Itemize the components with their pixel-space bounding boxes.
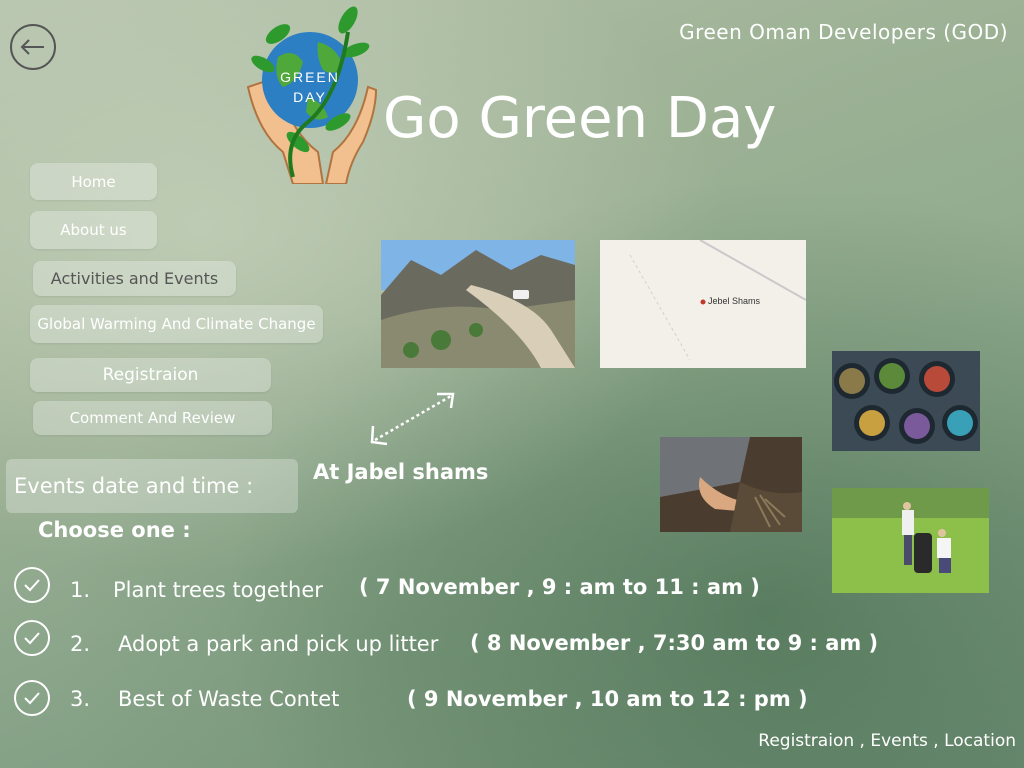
event-2-number: 2. [70,632,91,656]
check-icon [24,692,40,705]
event-3-number: 3. [70,687,91,711]
nav-registration-button[interactable]: Registraion [30,358,271,392]
footer-links[interactable]: Registraion , Events , Location [758,731,1016,751]
event-2-text: Adopt a park and pick up litter [118,632,439,656]
event-2-check[interactable] [14,620,50,656]
location-label: At Jabel shams [313,460,489,484]
event-3-check[interactable] [14,680,50,716]
nav-comment-button[interactable]: Comment And Review [33,401,272,435]
planting-photo [660,437,802,532]
check-icon [24,579,40,592]
svg-text:DAY: DAY [293,89,327,105]
page-title: Go Green Day [383,86,777,151]
svg-text:GREEN: GREEN [280,69,340,85]
event-1-check[interactable] [14,567,50,603]
waste-bins-photo [832,351,980,451]
event-1-date: ( 7 November , 9 : am to 11 : am ) [359,575,760,599]
back-button[interactable] [10,24,56,70]
event-3-date: ( 9 November , 10 am to 12 : pm ) [407,687,808,711]
event-1-number: 1. [70,578,91,602]
nav-home-button[interactable]: Home [30,163,157,200]
park-litter-photo [832,488,989,593]
map-image: Jebel Shams [600,240,806,368]
event-2-date: ( 8 November , 7:30 am to 9 : am ) [470,631,879,655]
org-name: Green Oman Developers (GOD) [679,20,1008,44]
events-heading: Events date and time : [6,459,298,513]
check-icon [24,632,40,645]
event-3-text: Best of Waste Contet [118,687,340,711]
nav-activities-button[interactable]: Activities and Events [33,261,236,296]
map-place-label: Jebel Shams [708,296,761,306]
nav-about-button[interactable]: About us [30,211,157,249]
nav-global-warming-button[interactable]: Global Warming And Climate Change [30,305,323,343]
event-1-text: Plant trees together [113,578,323,602]
back-arrow-icon [20,39,44,55]
green-day-logo: GREEN DAY [238,2,378,185]
choose-label: Choose one : [38,518,191,542]
double-arrow-icon [367,388,459,448]
mountain-road-photo [381,240,575,368]
